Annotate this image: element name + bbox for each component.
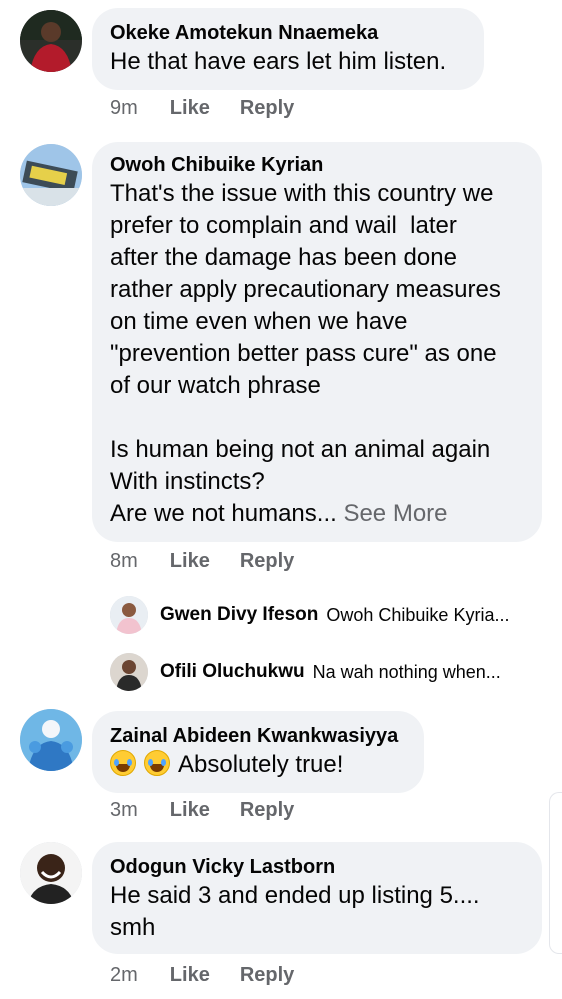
comment-timestamp[interactable]: 8m: [110, 550, 138, 573]
avatar[interactable]: [20, 709, 82, 771]
comment-author[interactable]: Zainal Abideen Kwankwasiyya: [110, 723, 406, 749]
comment-text: That's the issue with this country we pr…: [110, 180, 501, 527]
like-button[interactable]: Like: [170, 964, 210, 987]
comment-text: He said 3 and ended up listing 5.... smh: [110, 882, 480, 941]
reply-preview[interactable]: Ofili Oluchukwu Na wah nothing when...: [110, 652, 542, 692]
see-more-link[interactable]: See More: [343, 500, 447, 527]
comment-bubble[interactable]: Odogun Vicky Lastborn He said 3 and ende…: [92, 842, 542, 954]
avatar[interactable]: [20, 842, 82, 904]
comment-bubble[interactable]: Zainal Abideen Kwankwasiyya Absolutely t…: [92, 711, 424, 793]
reply-author[interactable]: Gwen Divy Ifeson: [160, 602, 318, 628]
reply-button[interactable]: Reply: [240, 550, 294, 573]
comment-text: Absolutely true!: [178, 751, 344, 778]
side-panel-edge[interactable]: [549, 792, 562, 954]
like-button[interactable]: Like: [170, 97, 210, 120]
reply-preview-text: Na wah nothing when...: [312, 661, 501, 682]
avatar-photo-icon: [20, 144, 82, 206]
comment-text: He that have ears let him listen.: [110, 48, 447, 75]
comment: Zainal Abideen Kwankwasiyya Absolutely t…: [0, 705, 562, 835]
comment-text-wrap: That's the issue with this country we pr…: [110, 178, 524, 530]
comment-actions: 8m Like Reply: [110, 550, 294, 573]
comment-actions: 3m Like Reply: [110, 799, 294, 822]
comment-author[interactable]: Odogun Vicky Lastborn: [110, 854, 524, 880]
avatar[interactable]: [110, 596, 148, 634]
reply-button[interactable]: Reply: [240, 964, 294, 987]
comment-text-wrap: Absolutely true!: [110, 749, 406, 781]
avatar[interactable]: [110, 653, 148, 691]
comment-timestamp[interactable]: 3m: [110, 799, 138, 822]
reply-preview[interactable]: Gwen Divy Ifeson Owoh Chibuike Kyria...: [110, 595, 542, 635]
comment-actions: 2m Like Reply: [110, 964, 294, 987]
avatar[interactable]: [20, 144, 82, 206]
reply-button[interactable]: Reply: [240, 97, 294, 120]
comment-bubble[interactable]: Okeke Amotekun Nnaemeka He that have ear…: [92, 8, 484, 90]
avatar[interactable]: [20, 10, 82, 72]
reply-preview-text: Owoh Chibuike Kyria...: [326, 604, 510, 625]
comment-actions: 9m Like Reply: [110, 97, 294, 120]
reply-button[interactable]: Reply: [240, 799, 294, 822]
reply-author[interactable]: Ofili Oluchukwu: [160, 659, 305, 685]
comment: Okeke Amotekun Nnaemeka He that have ear…: [0, 0, 562, 130]
comment-author[interactable]: Owoh Chibuike Kyrian: [110, 152, 524, 178]
like-button[interactable]: Like: [170, 550, 210, 573]
comment: Odogun Vicky Lastborn He said 3 and ende…: [0, 838, 562, 999]
comment-timestamp[interactable]: 9m: [110, 97, 138, 120]
laughing-crying-emoji-icon: [110, 750, 136, 776]
comment-author[interactable]: Okeke Amotekun Nnaemeka: [110, 20, 466, 46]
laughing-crying-emoji-icon: [144, 750, 170, 776]
avatar-photo-icon: [20, 10, 82, 72]
like-button[interactable]: Like: [170, 799, 210, 822]
avatar-photo-icon: [110, 653, 148, 691]
avatar-photo-icon: [110, 596, 148, 634]
avatar-photo-icon: [20, 709, 82, 771]
comment: Owoh Chibuike Kyrian That's the issue wi…: [0, 140, 562, 700]
avatar-photo-icon: [20, 842, 82, 904]
comment-bubble[interactable]: Owoh Chibuike Kyrian That's the issue wi…: [92, 142, 542, 542]
comment-timestamp[interactable]: 2m: [110, 964, 138, 987]
